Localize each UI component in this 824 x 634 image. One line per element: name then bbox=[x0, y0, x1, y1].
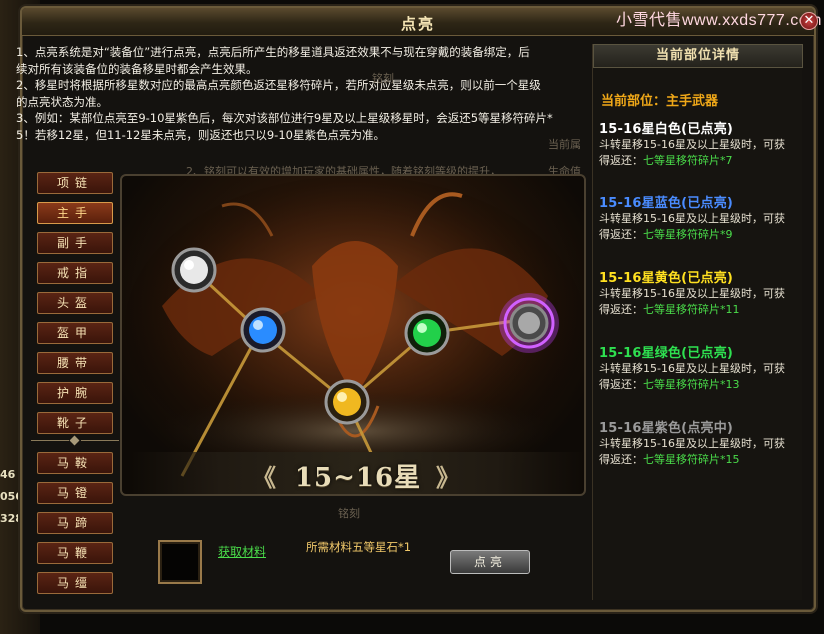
slot-reins[interactable]: 马缰 bbox=[37, 572, 113, 594]
tier-desc-prefix: 得返还： bbox=[599, 228, 643, 241]
material-section: 获取材料 所需材料五等星石*1 点亮 bbox=[122, 526, 588, 596]
description-line: 的点亮状态为准。 bbox=[16, 94, 108, 109]
slot-horseshoe[interactable]: 马蹄 bbox=[37, 512, 113, 534]
tier-reward: 七等星移符碎片*9 bbox=[643, 228, 733, 241]
slot-whip[interactable]: 马鞭 bbox=[37, 542, 113, 564]
panel-header: 当前部位详情 bbox=[593, 44, 803, 68]
description-line: 3、例如：某部位点亮至9-10星紫色后，每次对该部位进行9星及以上星级移星时，会… bbox=[16, 111, 553, 125]
tier-title: 15-16星白色(已点亮) bbox=[599, 122, 734, 137]
slot-ring[interactable]: 戒指 bbox=[37, 262, 113, 284]
side-number: 46 bbox=[0, 468, 16, 481]
purple-orb[interactable] bbox=[499, 293, 559, 353]
tier-reward: 七等星移符碎片*13 bbox=[643, 378, 740, 391]
tier-entry-white: 15-16星白色(已点亮) 斗转星移15-16星及以上星级时，可获 得返还：七等… bbox=[599, 118, 799, 169]
yellow-orb[interactable] bbox=[324, 379, 370, 425]
required-material: 所需材料五等星石*1 bbox=[306, 540, 412, 554]
slot-off-hand[interactable]: 副手 bbox=[37, 232, 113, 254]
tier-desc-prefix: 得返还： bbox=[599, 453, 643, 466]
tier-title: 15-16星黄色(已点亮) bbox=[599, 271, 734, 286]
part-details-panel: 当前部位详情 当前部位：主手武器 15-16星白色(已点亮) 斗转星移15-16… bbox=[592, 44, 803, 600]
tier-desc-prefix: 得返还： bbox=[599, 303, 643, 316]
current-part: 当前部位：主手武器 bbox=[601, 94, 719, 109]
description-line: 2、移星时将根据所移星数对应的最高点亮颜色返还星移符碎片，若所对应星级未点亮，则… bbox=[16, 78, 541, 92]
tier-reward: 七等星移符碎片*7 bbox=[643, 154, 733, 167]
description-line: 1、点亮系统是对“装备位”进行点亮，点亮后所产生的移星道具返还效果不与现在穿戴的… bbox=[16, 45, 530, 59]
tier-desc-prefix: 得返还： bbox=[599, 154, 643, 167]
slot-boots[interactable]: 靴子 bbox=[37, 412, 113, 434]
tier-entry-purple: 15-16星紫色(点亮中) 斗转星移15-16星及以上星级时，可获 得返还：七等… bbox=[599, 417, 799, 468]
tier-desc-prefix: 得返还： bbox=[599, 378, 643, 391]
tier-entry-green: 15-16星绿色(已点亮) 斗转星移15-16星及以上星级时，可获 得返还：七等… bbox=[599, 342, 799, 393]
slot-stirrup[interactable]: 马镫 bbox=[37, 482, 113, 504]
tier-reward: 七等星移符碎片*15 bbox=[643, 453, 740, 466]
slot-belt[interactable]: 腰带 bbox=[37, 352, 113, 374]
description-text: 1、点亮系统是对“装备位”进行点亮，点亮后所产生的移星道具返还效果不与现在穿戴的… bbox=[16, 44, 586, 143]
tier-desc: 斗转星移15-16星及以上星级时，可获 bbox=[599, 362, 785, 375]
next-arrow-icon[interactable]: 》 bbox=[436, 458, 460, 493]
description-line: 5！若移12星，但11-12星未点亮，则返还也只以9-10星紫色点亮为准。 bbox=[16, 127, 385, 142]
tier-desc: 斗转星移15-16星及以上星级时，可获 bbox=[599, 138, 785, 151]
material-slot[interactable] bbox=[158, 540, 202, 584]
ghost-current-attr: 当前属 bbox=[548, 138, 581, 151]
slot-main-hand[interactable]: 主手 bbox=[37, 202, 113, 224]
slot-helmet[interactable]: 头盔 bbox=[37, 292, 113, 314]
white-orb[interactable] bbox=[171, 247, 217, 293]
phoenix-illustration bbox=[125, 176, 584, 477]
tier-desc: 斗转星移15-16星及以上星级时，可获 bbox=[599, 437, 785, 450]
ghost-engrave-bottom: 铭刻 bbox=[338, 507, 360, 520]
blue-orb[interactable] bbox=[240, 307, 286, 353]
green-orb[interactable] bbox=[404, 310, 450, 356]
description-line: 续对所有该装备位的装备移星时都会产生效果。 bbox=[16, 61, 258, 76]
star-range-label: 15~16星 bbox=[294, 463, 422, 493]
get-material-link[interactable]: 获取材料 bbox=[218, 543, 266, 560]
tier-desc: 斗转星移15-16星及以上星级时，可获 bbox=[599, 287, 785, 300]
slot-bracer[interactable]: 护腕 bbox=[37, 382, 113, 404]
tier-entry-blue: 15-16星蓝色(已点亮) 斗转星移15-16星及以上星级时，可获 得返还：七等… bbox=[599, 192, 799, 243]
slot-saddle[interactable]: 马鞍 bbox=[37, 452, 113, 474]
tier-title: 15-16星绿色(已点亮) bbox=[599, 346, 734, 361]
constellation-stage bbox=[120, 174, 586, 496]
tier-title: 15-16星蓝色(已点亮) bbox=[599, 196, 734, 211]
tier-desc: 斗转星移15-16星及以上星级时，可获 bbox=[599, 212, 785, 225]
slot-necklace[interactable]: 项链 bbox=[37, 172, 113, 194]
slot-armor[interactable]: 盔甲 bbox=[37, 322, 113, 344]
light-up-button[interactable]: 点亮 bbox=[450, 550, 530, 574]
tier-entry-yellow: 15-16星黄色(已点亮) 斗转星移15-16星及以上星级时，可获 得返还：七等… bbox=[599, 267, 799, 318]
tier-reward: 七等星移符碎片*11 bbox=[643, 303, 740, 316]
watermark: 小雪代售www.xxds777.com bbox=[616, 12, 822, 29]
tier-title: 15-16星紫色(点亮中) bbox=[599, 421, 734, 436]
ghost-engrave-label: 铭刻 bbox=[372, 72, 394, 85]
close-button[interactable]: ✕ bbox=[800, 12, 818, 30]
nav-divider bbox=[31, 435, 121, 446]
star-range-banner: 《 15~16星 》 bbox=[130, 452, 586, 494]
